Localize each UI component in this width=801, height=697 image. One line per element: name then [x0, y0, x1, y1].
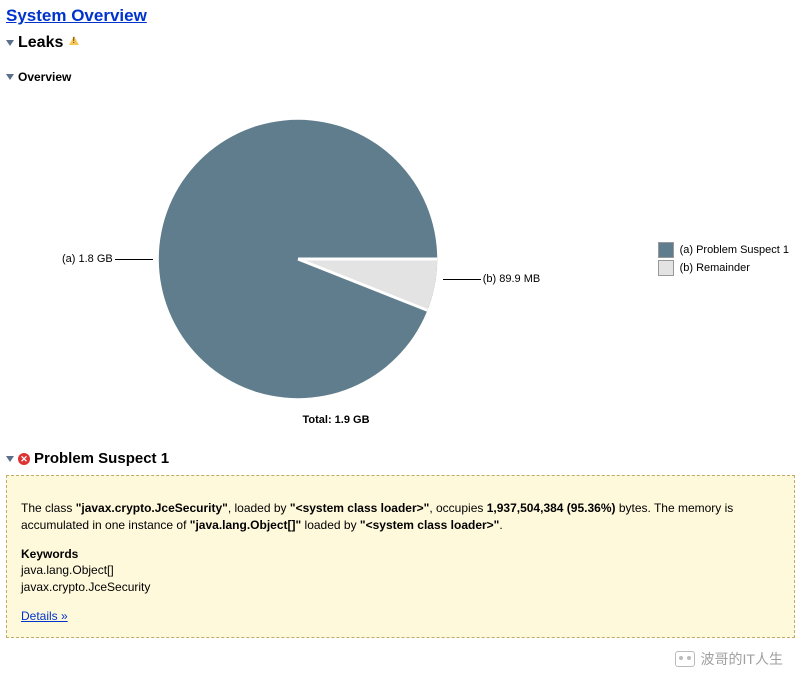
- overview-section-header[interactable]: Overview: [6, 70, 795, 84]
- problem-paragraph: The class "javax.crypto.JceSecurity", lo…: [21, 500, 780, 534]
- leaks-title: Leaks: [18, 34, 63, 52]
- chevron-down-icon: [6, 74, 14, 80]
- pie-chart: [153, 114, 443, 404]
- system-overview-link[interactable]: System Overview: [6, 6, 147, 26]
- overview-title: Overview: [18, 70, 71, 84]
- chart-legend: (a) Problem Suspect 1 (b) Remainder: [658, 240, 789, 278]
- leaks-section-header[interactable]: Leaks: [6, 34, 795, 52]
- callout-b-label: (b) 89.9 MB: [483, 273, 540, 285]
- details-link[interactable]: Details »: [21, 609, 68, 623]
- error-icon: ✕: [18, 453, 30, 465]
- watermark-text: 波哥的IT人生: [701, 649, 783, 669]
- wechat-icon: [675, 651, 695, 667]
- warning-icon: [67, 36, 81, 50]
- problem-description-box: The class "javax.crypto.JceSecurity", lo…: [6, 475, 795, 638]
- legend-swatch: [658, 260, 674, 276]
- keywords-block: Keywords java.lang.Object[] javax.crypto…: [21, 546, 780, 596]
- chevron-down-icon: [6, 40, 14, 46]
- problem-suspect-title: Problem Suspect 1: [34, 450, 169, 467]
- chevron-down-icon: [6, 456, 14, 462]
- leader-line: [443, 279, 481, 280]
- pie-chart-area: (a) 1.8 GB (b) 89.9 MB (a) Problem Suspe…: [6, 114, 795, 404]
- callout-a-label: (a) 1.8 GB: [62, 253, 113, 265]
- legend-swatch: [658, 242, 674, 258]
- leader-line: [115, 259, 153, 260]
- legend-label: (b) Remainder: [680, 262, 750, 274]
- watermark: 波哥的IT人生: [675, 649, 783, 669]
- problem-suspect-header[interactable]: ✕ Problem Suspect 1: [6, 450, 795, 467]
- legend-item-b: (b) Remainder: [658, 260, 789, 276]
- legend-label: (a) Problem Suspect 1: [680, 244, 789, 256]
- chart-total-label: Total: 1.9 GB: [96, 414, 576, 426]
- legend-item-a: (a) Problem Suspect 1: [658, 242, 789, 258]
